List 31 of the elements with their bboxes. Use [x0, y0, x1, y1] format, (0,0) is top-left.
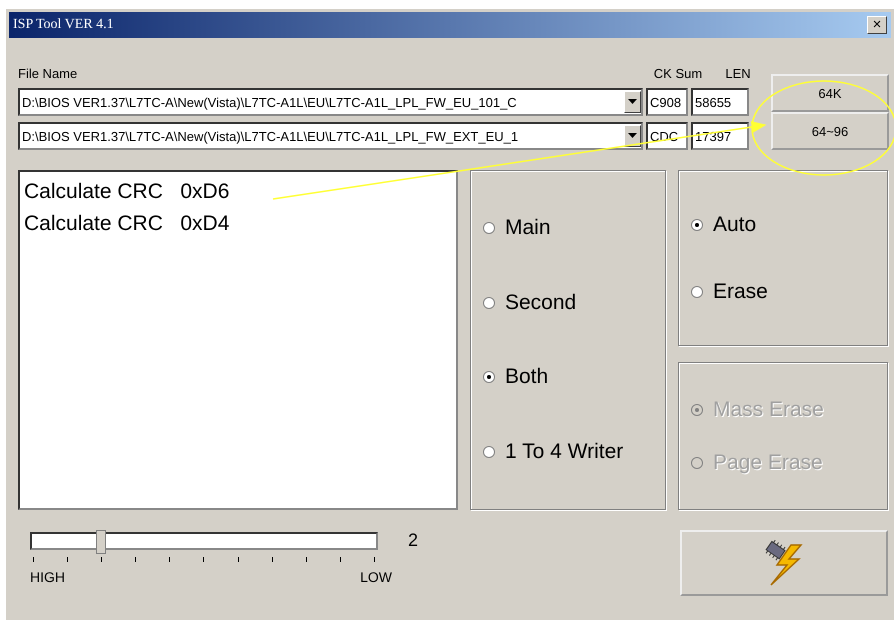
radio-icon[interactable] — [691, 218, 703, 230]
size-button[interactable]: 64~96 — [771, 112, 889, 150]
radio-option[interactable]: Erase — [691, 280, 875, 304]
radio-icon[interactable] — [691, 286, 703, 298]
radio-icon[interactable] — [483, 371, 495, 384]
size-button[interactable]: 64K — [771, 74, 889, 112]
radio-option[interactable]: Both — [483, 365, 653, 390]
log-line: Calculate CRC 0xD4 — [24, 211, 230, 237]
window-title: ISP Tool VER 4.1 — [13, 17, 114, 33]
file-path-combo[interactable]: D:\BIOS VER1.37\L7TC-A\New(Vista)\L7TC-A1L\EU\L7TC-A1L_LPL_FW_EU_101_C — [18, 88, 643, 116]
log-line: Calculate CRC 0xD6 — [24, 179, 230, 205]
file-path-combo[interactable]: D:\BIOS VER1.37\L7TC-A\New(Vista)\L7TC-A1L\EU\L7TC-A1L_LPL_FW_EXT_EU_1 — [18, 122, 643, 150]
file-name-label: File Name — [18, 66, 78, 82]
close-button[interactable]: × — [867, 16, 887, 34]
radio-option[interactable]: Auto — [691, 212, 875, 236]
radio-icon[interactable] — [483, 446, 495, 458]
low-label: LOW — [360, 569, 392, 585]
radio-icon[interactable] — [483, 296, 495, 309]
flash-button[interactable] — [680, 530, 888, 596]
radio-icon[interactable] — [483, 222, 495, 234]
lightning-chip-icon — [763, 539, 805, 587]
speed-value: 2 — [408, 530, 418, 551]
radio-option[interactable]: 1 To 4 Writer — [483, 440, 653, 464]
length-label: LEN — [724, 66, 752, 82]
checksum-label: CK Sum — [652, 66, 704, 82]
radio-option[interactable]: Main — [483, 216, 653, 240]
high-label: HIGH — [30, 569, 65, 585]
checksum-field[interactable]: C908 — [646, 88, 688, 116]
slider-thumb[interactable] — [96, 530, 106, 554]
radio-option[interactable]: Second — [483, 290, 653, 315]
length-field[interactable]: 58655 — [691, 88, 749, 116]
